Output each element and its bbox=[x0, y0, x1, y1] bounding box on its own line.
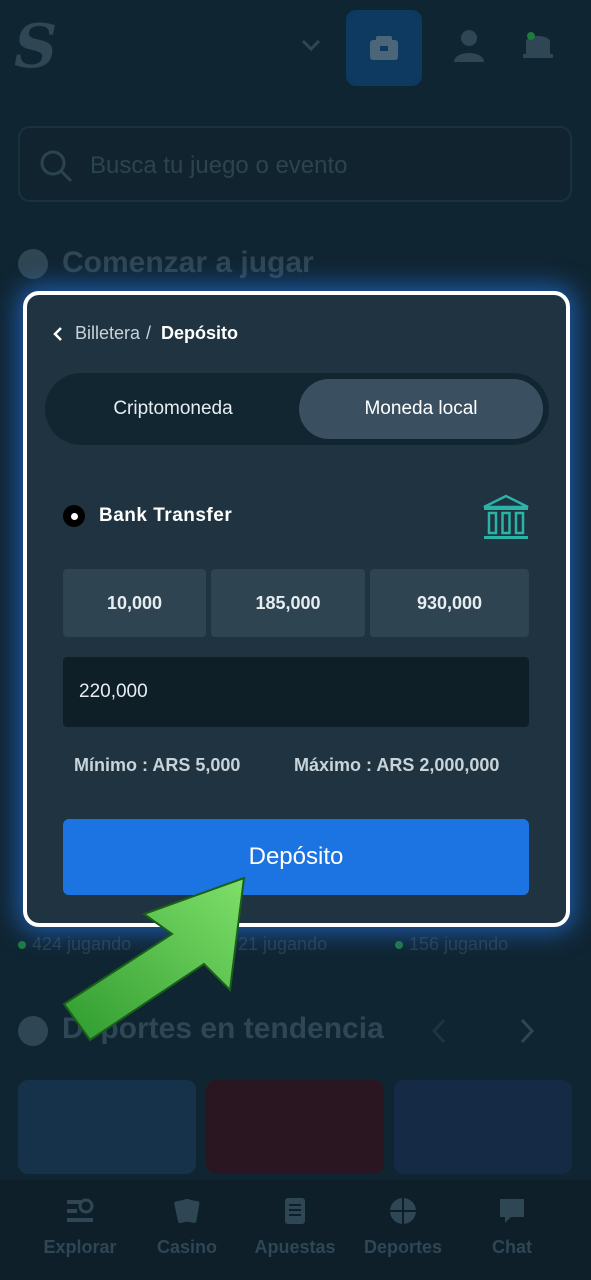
sport-card[interactable] bbox=[206, 1080, 384, 1174]
breadcrumb-separator: / bbox=[146, 323, 152, 343]
deposit-modal: Billetera / Depósito Criptomoneda Moneda… bbox=[23, 291, 570, 927]
chat-icon bbox=[500, 1199, 524, 1223]
wallet-icon bbox=[370, 36, 398, 60]
sport-card[interactable] bbox=[394, 1080, 572, 1174]
pointer-arrow-icon bbox=[62, 876, 246, 1042]
search-placeholder: Busca tu juego o evento bbox=[90, 152, 348, 179]
payment-method-option[interactable]: Bank Transfer bbox=[63, 505, 232, 527]
prev-arrow-icon[interactable] bbox=[426, 1016, 452, 1046]
explore-icon bbox=[67, 1198, 94, 1222]
chevron-down-icon[interactable] bbox=[300, 34, 322, 56]
section-title-start: Comenzar a jugar bbox=[62, 246, 314, 279]
nav-item-chat[interactable]: Chat bbox=[462, 1196, 562, 1258]
betslip-icon bbox=[285, 1198, 305, 1224]
maximum-label: Máximo : ARS 2,000,000 bbox=[294, 755, 500, 775]
search-bar[interactable]: Busca tu juego o evento bbox=[18, 126, 572, 202]
nav-item-explorar[interactable]: Explorar bbox=[30, 1196, 130, 1258]
next-arrow-icon[interactable] bbox=[514, 1016, 540, 1046]
tab-moneda-local[interactable]: Moneda local bbox=[299, 379, 543, 439]
method-radio[interactable] bbox=[63, 505, 85, 527]
breadcrumb: Billetera / Depósito bbox=[51, 323, 238, 344]
breadcrumb-current: Depósito bbox=[161, 323, 239, 343]
currency-toggle: Criptomoneda Moneda local bbox=[45, 373, 549, 445]
sport-card[interactable] bbox=[18, 1080, 196, 1174]
preset-amount-button[interactable]: 10,000 bbox=[63, 569, 206, 637]
amount-input[interactable] bbox=[63, 657, 529, 727]
nav-item-deportes[interactable]: Deportes bbox=[353, 1196, 453, 1258]
playing-count: 156 jugando bbox=[395, 934, 508, 955]
cards-icon bbox=[174, 1198, 200, 1224]
preset-amount-button[interactable]: 930,000 bbox=[370, 569, 529, 637]
bell-icon[interactable] bbox=[520, 26, 556, 64]
user-icon[interactable] bbox=[452, 28, 486, 62]
play-icon bbox=[18, 249, 48, 279]
breadcrumb-billetera[interactable]: Billetera bbox=[75, 323, 140, 344]
minimum-label: Mínimo : ARS 5,000 bbox=[74, 755, 241, 775]
search-icon bbox=[40, 150, 73, 183]
nav-item-casino[interactable]: Casino bbox=[137, 1196, 237, 1258]
bottom-nav: Explorar Casino Apuestas Deportes Chat bbox=[0, 1180, 591, 1280]
basketball-icon bbox=[390, 1198, 416, 1224]
top-bar: S bbox=[0, 0, 591, 100]
nav-item-apuestas[interactable]: Apuestas bbox=[245, 1196, 345, 1258]
bank-icon bbox=[483, 494, 529, 539]
logo: S bbox=[14, 12, 58, 82]
wallet-button[interactable] bbox=[346, 10, 422, 86]
preset-amount-button[interactable]: 185,000 bbox=[211, 569, 365, 637]
back-chevron-icon[interactable] bbox=[51, 325, 65, 343]
basketball-icon bbox=[18, 1016, 48, 1046]
method-label: Bank Transfer bbox=[99, 505, 233, 526]
tab-criptomoneda[interactable]: Criptomoneda bbox=[51, 379, 295, 439]
